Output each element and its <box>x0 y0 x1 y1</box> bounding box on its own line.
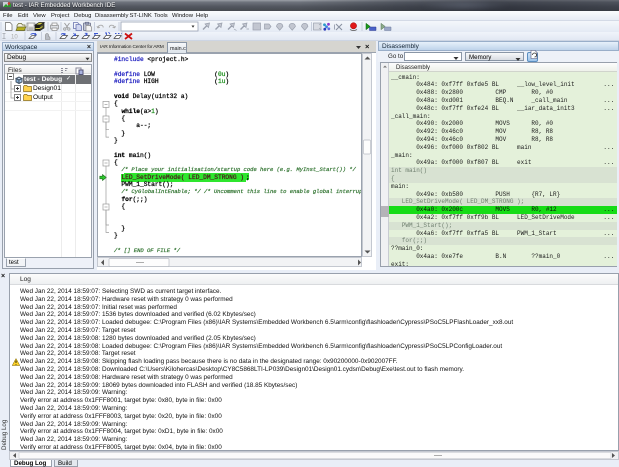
svg-text:10: 10 <box>11 35 18 41</box>
